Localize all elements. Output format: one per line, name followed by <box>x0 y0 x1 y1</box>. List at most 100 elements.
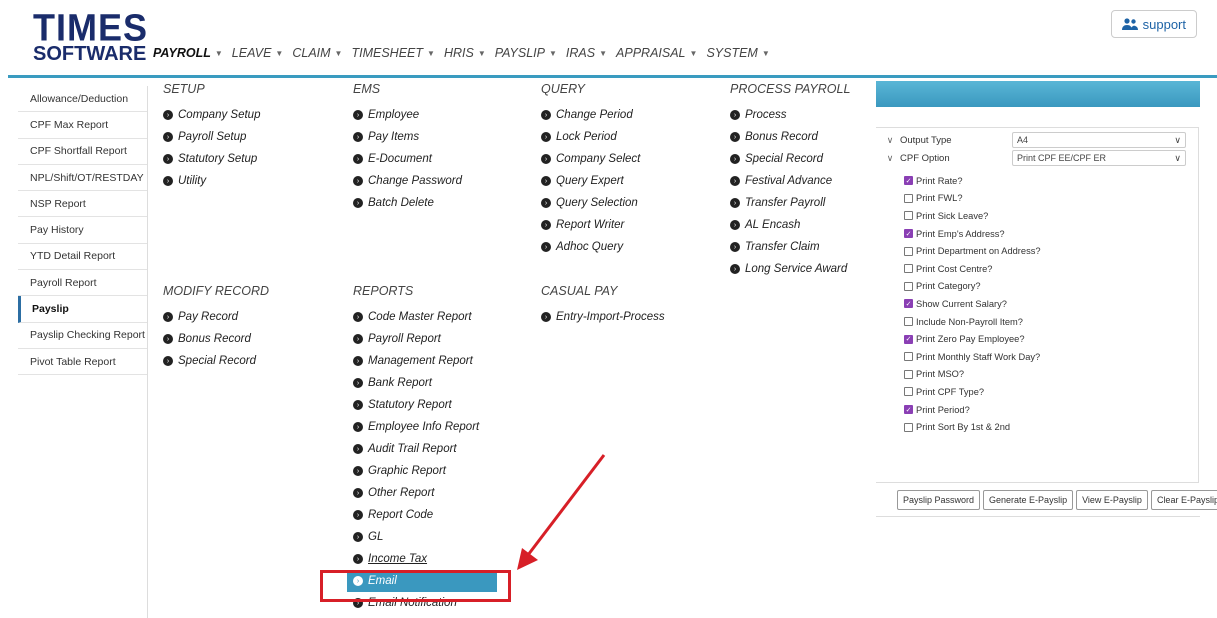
checkbox-checked-icon[interactable]: ✓ <box>904 229 913 239</box>
menu-item-pay-record[interactable]: › Pay Record <box>163 306 269 328</box>
checkbox-checked-icon[interactable]: ✓ <box>904 405 913 415</box>
menu-item-special-record[interactable]: › Special Record <box>730 148 850 170</box>
menu-item-report-writer[interactable]: › Report Writer <box>541 214 640 236</box>
checkbox-unchecked-icon[interactable] <box>904 264 913 274</box>
menu-item-change-password[interactable]: › Change Password <box>353 170 462 192</box>
option-checkbox-label: Print FWL? <box>916 193 963 204</box>
menu-item-long-service-award[interactable]: › Long Service Award <box>730 258 850 280</box>
option-checkbox-row[interactable]: ✓ Show Current Salary? <box>904 295 1041 313</box>
option-checkbox-row[interactable]: ✓ Print Rate? <box>904 172 1041 190</box>
sidebar-item-npl-shift-ot[interactable]: NPL/Shift/OT/RESTDAY <box>18 165 147 192</box>
menu-item-change-period[interactable]: › Change Period <box>541 104 640 126</box>
menu-item-graphic-report[interactable]: › Graphic Report <box>353 460 497 482</box>
nav-timesheet[interactable]: TIMESHEET ▼ <box>351 46 434 60</box>
option-checkbox-row[interactable]: ✓ Print Zero Pay Employee? <box>904 330 1041 348</box>
sidebar-item-ytd-detail-report[interactable]: YTD Detail Report <box>18 244 147 271</box>
nav-system[interactable]: SYSTEM ▼ <box>706 46 769 60</box>
option-checkbox-row[interactable]: ✓ Print Emp's Address? <box>904 225 1041 243</box>
menu-item-payroll-report[interactable]: › Payroll Report <box>353 328 497 350</box>
menu-item-company-select[interactable]: › Company Select <box>541 148 640 170</box>
menu-item-festival-advance[interactable]: › Festival Advance <box>730 170 850 192</box>
checkbox-checked-icon[interactable]: ✓ <box>904 299 913 309</box>
support-button[interactable]: support <box>1110 10 1197 38</box>
menu-item-entry-import-process[interactable]: › Entry-Import-Process <box>541 306 665 328</box>
sidebar-item-allowance-deduction[interactable]: Allowance/Deduction <box>18 86 147 113</box>
output-type-select[interactable]: A4 ∨ <box>1012 132 1186 148</box>
nav-appraisal[interactable]: APPRAISAL ▼ <box>616 46 697 60</box>
menu-item-bank-report[interactable]: › Bank Report <box>353 372 497 394</box>
option-checkbox-row[interactable]: Print Sick Leave? <box>904 207 1041 225</box>
option-checkbox-row[interactable]: Print CPF Type? <box>904 383 1041 401</box>
menu-item-special-record[interactable]: › Special Record <box>163 350 269 372</box>
menu-item-query-selection[interactable]: › Query Selection <box>541 192 640 214</box>
sidebar-item-payslip-checking-report[interactable]: Payslip Checking Report <box>18 323 147 349</box>
checkbox-checked-icon[interactable]: ✓ <box>904 176 913 186</box>
option-checkbox-row[interactable]: Include Non-Payroll Item? <box>904 313 1041 331</box>
menu-item-pay-items[interactable]: › Pay Items <box>353 126 462 148</box>
checkbox-unchecked-icon[interactable] <box>904 281 913 291</box>
menu-item-income-tax[interactable]: › Income Tax <box>353 548 497 570</box>
checkbox-unchecked-icon[interactable] <box>904 246 913 256</box>
menu-item-management-report[interactable]: › Management Report <box>353 350 497 372</box>
sidebar-item-payroll-report[interactable]: Payroll Report <box>18 270 147 297</box>
menu-item-statutory-setup[interactable]: › Statutory Setup <box>163 148 260 170</box>
sidebar-item-cpf-shortfall-report[interactable]: CPF Shortfall Report <box>18 139 147 165</box>
menu-item-label: Employee <box>368 109 420 121</box>
nav-payroll[interactable]: PAYROLL ▼ <box>153 46 223 60</box>
option-checkbox-row[interactable]: Print Monthly Staff Work Day? <box>904 348 1041 366</box>
menu-item-gl[interactable]: › GL <box>353 526 497 548</box>
checkbox-checked-icon[interactable]: ✓ <box>904 334 913 344</box>
checkbox-unchecked-icon[interactable] <box>904 317 913 327</box>
nav-payslip[interactable]: PAYSLIP ▼ <box>495 46 557 60</box>
menu-item-process[interactable]: › Process <box>730 104 850 126</box>
menu-item-bonus-record[interactable]: › Bonus Record <box>163 328 269 350</box>
checkbox-unchecked-icon[interactable] <box>904 422 913 432</box>
option-checkbox-row[interactable]: Print FWL? <box>904 190 1041 208</box>
nav-claim[interactable]: CLAIM ▼ <box>292 46 342 60</box>
menu-item-code-master-report[interactable]: › Code Master Report <box>353 306 497 328</box>
sidebar-item-pivot-table-report[interactable]: Pivot Table Report <box>18 349 147 376</box>
menu-item-transfer-payroll[interactable]: › Transfer Payroll <box>730 192 850 214</box>
option-checkbox-row[interactable]: Print Department on Address? <box>904 242 1041 260</box>
menu-item-e-document[interactable]: › E-Document <box>353 148 462 170</box>
option-checkbox-row[interactable]: Print Sort By 1st & 2nd <box>904 418 1041 436</box>
option-checkbox-row[interactable]: ✓ Print Period? <box>904 401 1041 419</box>
checkbox-unchecked-icon[interactable] <box>904 387 913 397</box>
menu-item-report-code[interactable]: › Report Code <box>353 504 497 526</box>
option-checkbox-row[interactable]: Print MSO? <box>904 366 1041 384</box>
clear-e-payslip-button[interactable]: Clear E-Payslip <box>1150 490 1217 510</box>
nav-hris[interactable]: HRIS ▼ <box>444 46 486 60</box>
menu-item-transfer-claim[interactable]: › Transfer Claim <box>730 236 850 258</box>
generate-e-payslip-button[interactable]: Generate E-Payslip <box>983 490 1074 510</box>
sidebar-item-cpf-max-report[interactable]: CPF Max Report <box>18 112 147 139</box>
checkbox-unchecked-icon[interactable] <box>904 369 913 379</box>
checkbox-unchecked-icon[interactable] <box>904 193 913 203</box>
sidebar-item-nsp-report[interactable]: NSP Report <box>18 191 147 218</box>
menu-item-payroll-setup[interactable]: › Payroll Setup <box>163 126 260 148</box>
menu-item-statutory-report[interactable]: › Statutory Report <box>353 394 497 416</box>
option-checkbox-row[interactable]: Print Category? <box>904 278 1041 296</box>
nav-iras[interactable]: IRAS ▼ <box>566 46 607 60</box>
caret-down-icon: ▼ <box>214 48 223 58</box>
menu-item-bonus-record[interactable]: › Bonus Record <box>730 126 850 148</box>
menu-item-utility[interactable]: › Utility <box>163 170 260 192</box>
menu-item-lock-period[interactable]: › Lock Period <box>541 126 640 148</box>
cpf-option-select[interactable]: Print CPF EE/CPF ER ∨ <box>1012 150 1186 166</box>
payslip-password-button[interactable]: Payslip Password <box>897 490 981 510</box>
sidebar-item-pay-history[interactable]: Pay History <box>18 217 147 244</box>
menu-item-audit-trail-report[interactable]: › Audit Trail Report <box>353 438 497 460</box>
menu-item-query-expert[interactable]: › Query Expert <box>541 170 640 192</box>
menu-item-adhoc-query[interactable]: › Adhoc Query <box>541 236 640 258</box>
menu-item-batch-delete[interactable]: › Batch Delete <box>353 192 462 214</box>
menu-item-al-encash[interactable]: › AL Encash <box>730 214 850 236</box>
sidebar-item-payslip[interactable]: Payslip <box>18 296 147 323</box>
view-e-payslip-button[interactable]: View E-Payslip <box>1076 490 1148 510</box>
option-checkbox-row[interactable]: Print Cost Centre? <box>904 260 1041 278</box>
menu-item-employee[interactable]: › Employee <box>353 104 462 126</box>
checkbox-unchecked-icon[interactable] <box>904 211 913 221</box>
nav-leave[interactable]: LEAVE ▼ <box>232 46 284 60</box>
checkbox-unchecked-icon[interactable] <box>904 352 913 362</box>
menu-item-employee-info-report[interactable]: › Employee Info Report <box>353 416 497 438</box>
menu-item-other-report[interactable]: › Other Report <box>353 482 497 504</box>
menu-item-company-setup[interactable]: › Company Setup <box>163 104 260 126</box>
